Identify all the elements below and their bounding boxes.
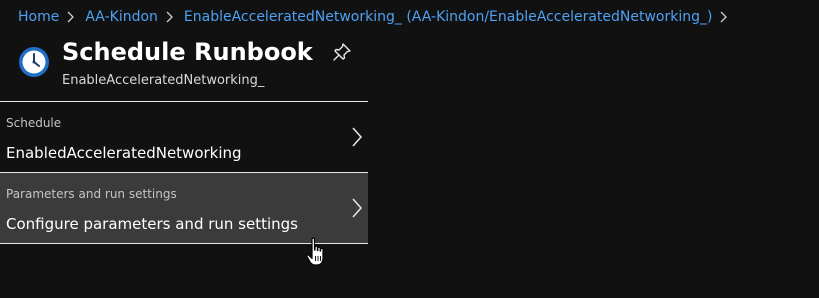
clock-icon [18, 46, 50, 78]
hand-cursor-icon [305, 236, 329, 268]
page-subtitle: EnableAcceleratedNetworking_ [62, 73, 265, 88]
page-title: Schedule Runbook [62, 38, 313, 66]
breadcrumb-home[interactable]: Home [18, 9, 59, 25]
pin-icon[interactable] [331, 41, 353, 63]
schedule-label: Schedule [6, 116, 62, 130]
parameters-label: Parameters and run settings [6, 187, 177, 201]
chevron-right-icon [59, 10, 85, 24]
chevron-right-icon [712, 10, 738, 24]
chevron-right-icon [350, 126, 364, 148]
parameters-value: Configure parameters and run settings [6, 215, 298, 233]
parameters-row[interactable]: Parameters and run settings Configure pa… [0, 172, 368, 244]
page: Home AA-Kindon EnableAcceleratedNetworki… [0, 0, 819, 298]
breadcrumb: Home AA-Kindon EnableAcceleratedNetworki… [18, 6, 738, 28]
breadcrumb-runbook[interactable]: EnableAcceleratedNetworking_ (AA-Kindon/… [184, 9, 713, 25]
breadcrumb-automation-account[interactable]: AA-Kindon [85, 9, 158, 25]
schedule-value: EnabledAcceleratedNetworking [6, 144, 242, 162]
chevron-right-icon [158, 10, 184, 24]
chevron-right-icon [350, 197, 364, 219]
schedule-row[interactable]: Schedule EnabledAcceleratedNetworking [0, 101, 368, 171]
